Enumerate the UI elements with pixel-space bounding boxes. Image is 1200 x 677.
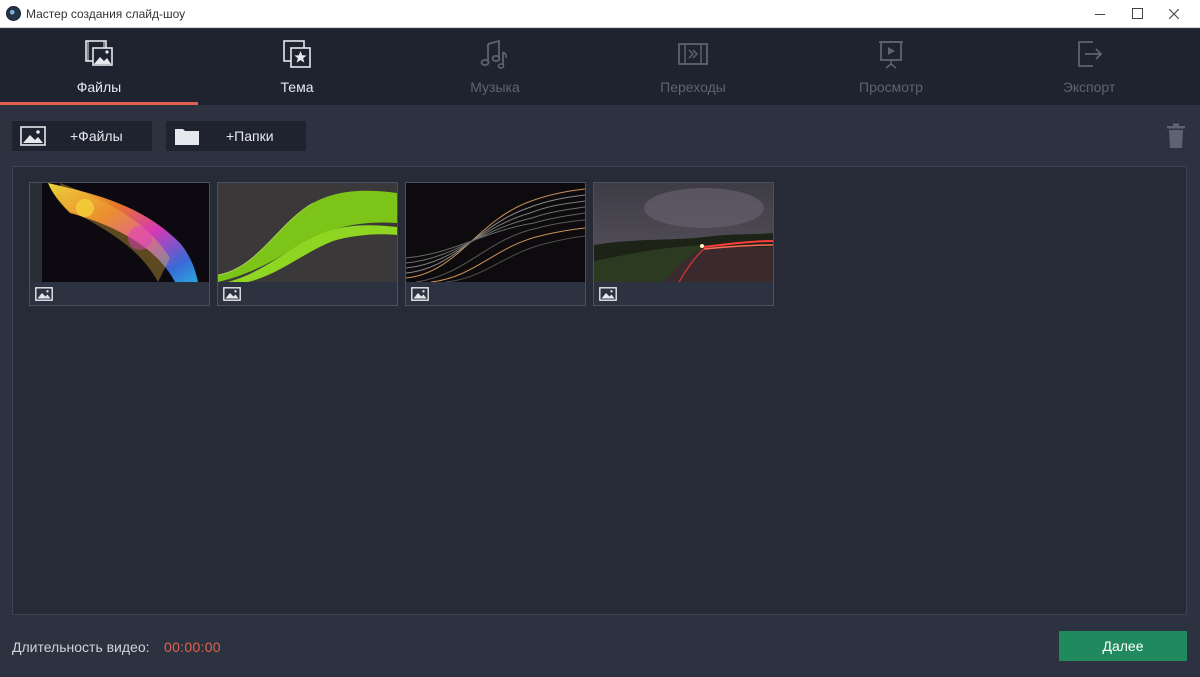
- tab-theme[interactable]: Тема: [198, 29, 396, 105]
- tab-music[interactable]: Музыка: [396, 29, 594, 105]
- maximize-button[interactable]: [1119, 0, 1155, 28]
- media-thumbnail: [594, 183, 773, 282]
- media-thumbnail: [218, 183, 397, 282]
- add-folders-button[interactable]: +Папки: [166, 121, 306, 151]
- add-folders-label: +Папки: [226, 128, 274, 144]
- media-panel[interactable]: [12, 166, 1187, 615]
- tab-label: Переходы: [660, 79, 726, 95]
- preview-play-icon: [879, 41, 903, 69]
- transitions-icon: [678, 43, 708, 65]
- media-item[interactable]: [405, 182, 586, 306]
- folder-icon: [175, 129, 199, 145]
- media-item[interactable]: [217, 182, 398, 306]
- tab-transitions[interactable]: Переходы: [594, 29, 792, 105]
- app-logo-icon: [6, 6, 21, 21]
- media-item[interactable]: [593, 182, 774, 306]
- tab-label: Просмотр: [859, 79, 923, 95]
- tab-export[interactable]: Экспорт: [990, 29, 1188, 105]
- media-thumbnail: [406, 183, 585, 282]
- export-icon: [1078, 41, 1103, 67]
- media-item[interactable]: [29, 182, 210, 306]
- window-title: Мастер создания слайд-шоу: [26, 7, 186, 21]
- trash-icon[interactable]: [1166, 123, 1186, 149]
- minimize-button[interactable]: [1082, 0, 1118, 28]
- tab-preview[interactable]: Просмотр: [792, 29, 990, 105]
- image-icon: [599, 287, 617, 301]
- tab-label: Файлы: [76, 79, 122, 95]
- film-image-icon: [85, 40, 113, 66]
- music-note-icon: [480, 39, 507, 69]
- add-files-label: +Файлы: [70, 128, 123, 144]
- media-thumbnail: [30, 183, 209, 282]
- close-button[interactable]: [1156, 0, 1192, 28]
- image-icon: [223, 287, 241, 301]
- add-files-button[interactable]: +Файлы: [12, 121, 152, 151]
- theme-star-icon: [283, 40, 311, 68]
- tab-label: Экспорт: [1062, 79, 1116, 95]
- tab-files[interactable]: Файлы: [0, 29, 198, 105]
- title-bar: Мастер создания слайд-шоу: [0, 0, 1200, 28]
- tab-label: Тема: [280, 79, 314, 95]
- duration-value: 00:00:00: [164, 639, 221, 655]
- tab-label: Музыка: [470, 79, 520, 95]
- duration-label: Длительность видео:: [12, 639, 150, 655]
- image-icon: [35, 287, 53, 301]
- next-button[interactable]: Далее: [1059, 631, 1187, 661]
- wizard-tab-bar: Файлы Тема Музыка Переходы Просмотр Эксп…: [0, 29, 1200, 105]
- image-icon: [20, 126, 46, 146]
- image-icon: [411, 287, 429, 301]
- close-icon: [1169, 9, 1179, 19]
